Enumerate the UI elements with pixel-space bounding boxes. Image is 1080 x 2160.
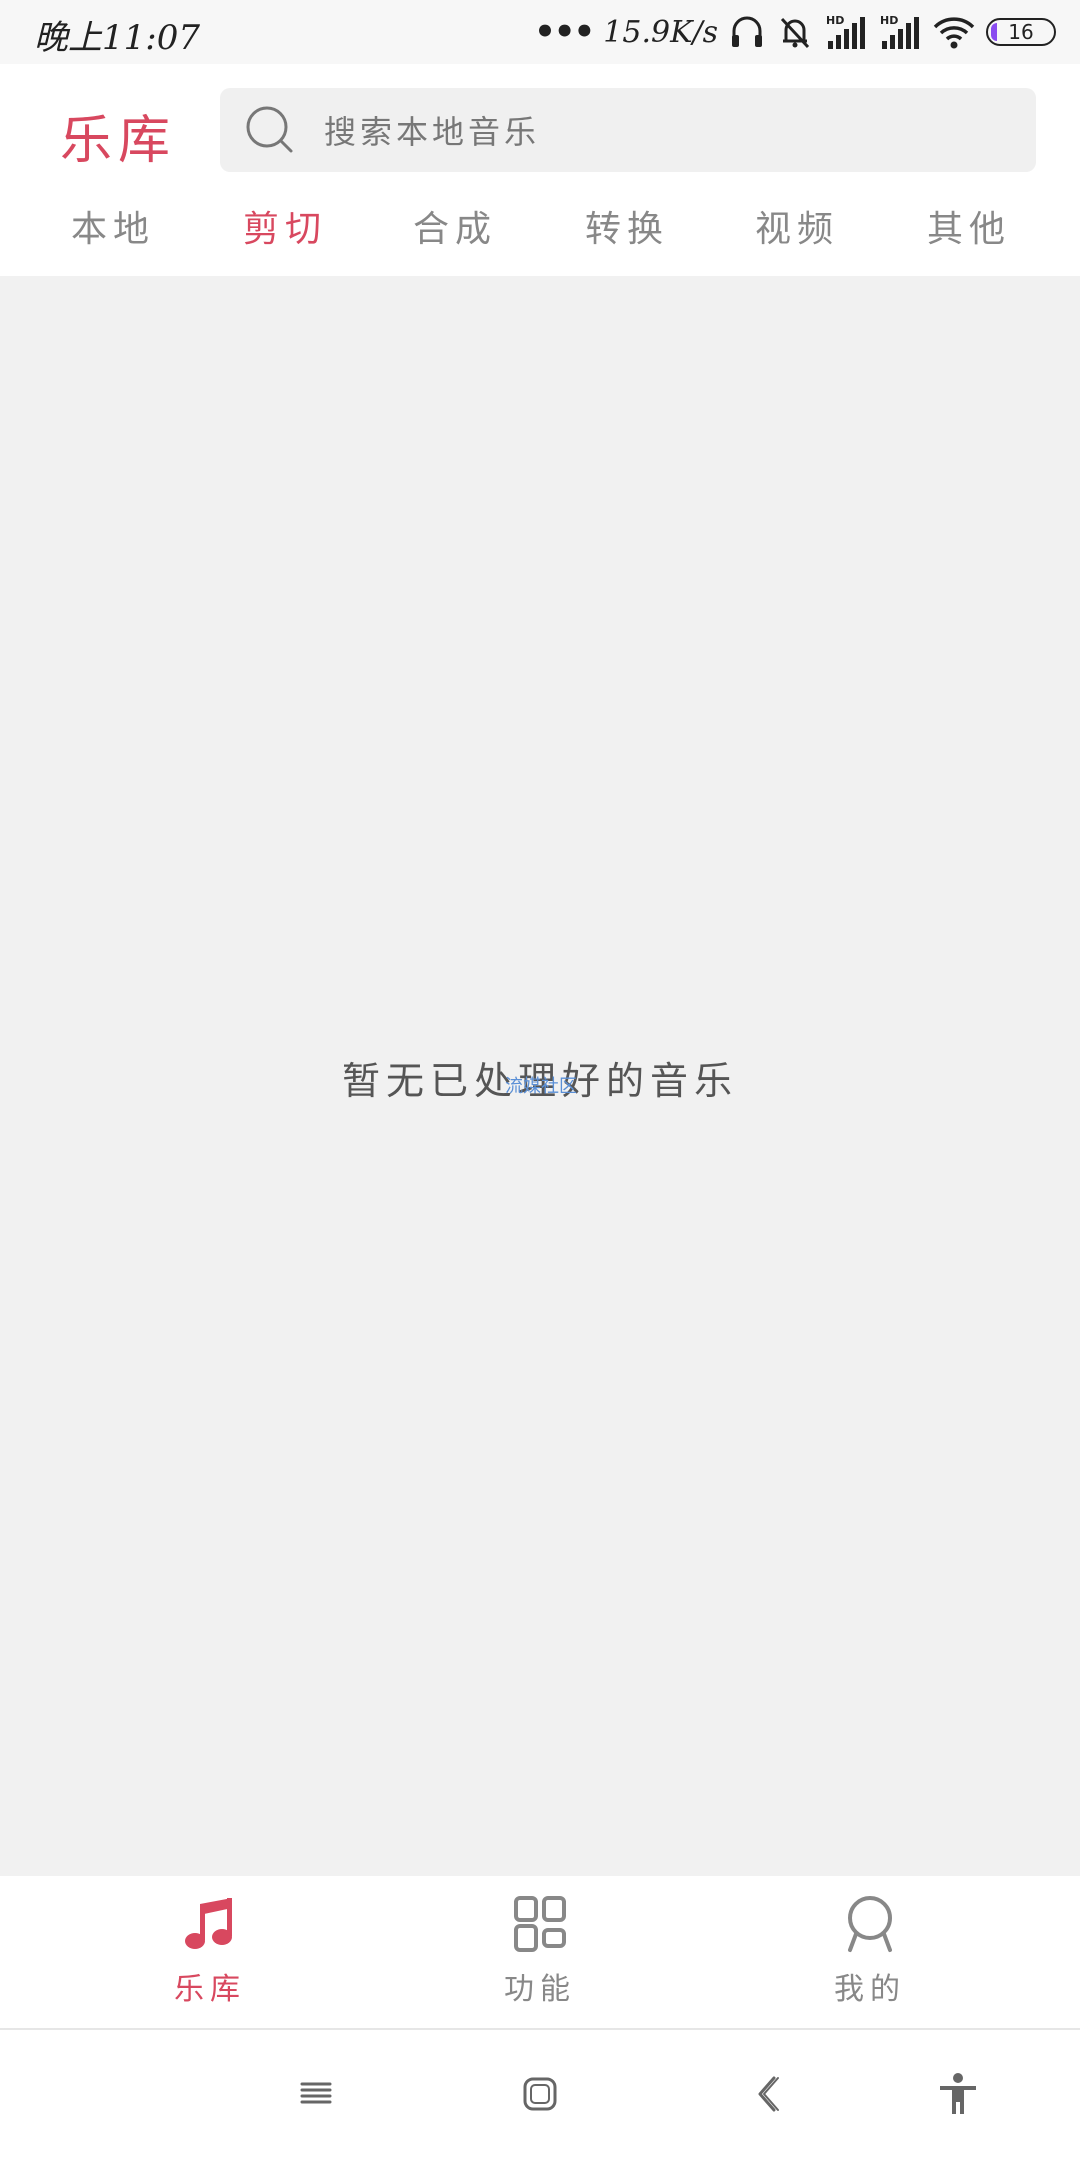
nav-label-functions: 功能 [504, 1972, 576, 2007]
tab-bar: 本地 剪切 合成 转换 视频 其他 [0, 200, 1080, 276]
svg-text:HD: HD [880, 14, 898, 27]
menu-icon[interactable] [292, 2070, 340, 2118]
tab-video[interactable]: 视频 [722, 200, 872, 276]
accessibility-icon[interactable] [934, 2070, 982, 2118]
status-bar: 晚上11:07 ••• 15.9K/s HD HD 16 [0, 0, 1080, 64]
tab-merge[interactable]: 合成 [380, 200, 530, 276]
search-icon [246, 106, 293, 153]
battery-icon: 16 [986, 18, 1056, 46]
nav-item-mine[interactable]: 我的 [790, 1894, 950, 2024]
home-icon[interactable] [516, 2070, 564, 2118]
watermark: 流媒社区 [505, 1076, 577, 1097]
content-area: 暂无已处理好的音乐 流媒社区 [0, 276, 1080, 1876]
search-input[interactable]: 搜索本地音乐 [220, 88, 1036, 172]
status-time: 晚上11:07 [34, 18, 200, 58]
mute-bell-icon [780, 17, 810, 49]
profile-icon [848, 1896, 892, 1952]
nav-label-mine: 我的 [834, 1972, 906, 2007]
grid-icon [514, 1896, 566, 1952]
hd-signal-icon: HD [880, 14, 919, 49]
music-note-icon [185, 1898, 232, 1949]
tab-other[interactable]: 其他 [894, 200, 1044, 276]
page-title: 乐库 [60, 111, 177, 171]
status-icons: ••• 15.9K/s HD HD 16 [534, 10, 1056, 54]
battery-fill [991, 23, 997, 41]
header: 乐库 搜索本地音乐 本地 剪切 合成 转换 视频 其他 [0, 64, 1080, 276]
network-speed: 15.9K/s [603, 14, 718, 50]
nav-label-library: 乐库 [174, 1972, 246, 2007]
nav-item-functions[interactable]: 功能 [460, 1894, 620, 2024]
hd-signal-icon: HD [826, 14, 865, 49]
headset-icon [732, 16, 762, 47]
back-icon[interactable] [744, 2070, 792, 2118]
search-placeholder: 搜索本地音乐 [324, 113, 541, 151]
tab-convert[interactable]: 转换 [552, 200, 702, 276]
svg-text:HD: HD [826, 14, 844, 27]
tab-local[interactable]: 本地 [38, 200, 188, 276]
system-nav-bar [0, 2030, 1080, 2160]
battery-level: 16 [1008, 20, 1034, 44]
tab-cut[interactable]: 剪切 [210, 200, 360, 276]
nav-item-library[interactable]: 乐库 [130, 1894, 290, 2024]
network-dots: ••• [534, 12, 595, 52]
bottom-nav: 乐库 功能 我的 [0, 1876, 1080, 2030]
wifi-icon [933, 17, 975, 49]
